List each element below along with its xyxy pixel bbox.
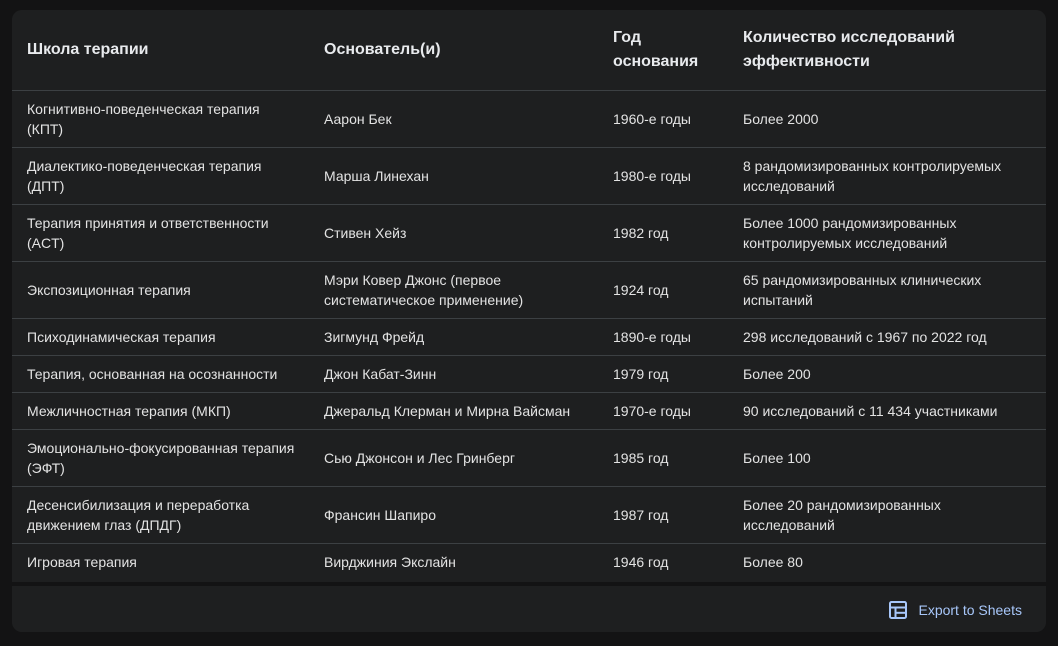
cell-founder: Джон Кабат-Зинн [309,355,598,393]
cell-founder: Мэри Ковер Джонс (первое систематическое… [309,261,598,319]
cell-studies: 65 рандомизированных клинических испытан… [728,261,1046,319]
table-container: Школа терапии Основатель(и) Год основани… [12,10,1046,578]
cell-founder: Стивен Хейз [309,204,598,262]
table-row: Диалектико-поведенческая терапия (ДПТ) М… [12,147,1046,205]
column-header-founder: Основатель(и) [309,10,598,91]
cell-school: Десенсибилизация и переработка движением… [12,486,309,544]
cell-year: 1985 год [598,429,728,487]
table-row: Десенсибилизация и переработка движением… [12,486,1046,544]
cell-school: Терапия принятия и ответственности (ACT) [12,204,309,262]
cell-studies: 298 исследований с 1967 по 2022 год [728,318,1046,356]
cell-studies: Более 20 рандомизированных исследований [728,486,1046,544]
cell-studies: Более 2000 [728,90,1046,148]
table-footer: Export to Sheets [12,582,1046,632]
cell-year: 1980-е годы [598,147,728,205]
cell-school: Диалектико-поведенческая терапия (ДПТ) [12,147,309,205]
table-row: Терапия, основанная на осознанности Джон… [12,355,1046,393]
therapy-schools-table: Школа терапии Основатель(и) Год основани… [12,10,1046,580]
column-header-studies: Количество исследований эффективности [728,10,1046,91]
cell-year: 1960-е годы [598,90,728,148]
cell-year: 1970-е годы [598,392,728,430]
table-row: Межличностная терапия (МКП) Джеральд Кле… [12,392,1046,430]
table-grid-icon [888,600,908,620]
cell-year: 1946 год [613,554,669,570]
table-row: Когнитивно-поведенческая терапия (КПТ) А… [12,90,1046,148]
table-row: Эмоционально-фокусированная терапия (ЭФТ… [12,429,1046,487]
cell-founder: Зигмунд Фрейд [309,318,598,356]
cell-school: Межличностная терапия (МКП) [12,392,309,430]
cell-school: Терапия, основанная на осознанности [12,355,309,393]
response-table-card: Школа терапии Основатель(и) Год основани… [12,10,1046,632]
cell-studies: Более 100 [728,429,1046,487]
cell-founder: Сью Джонсон и Лес Гринберг [309,429,598,487]
cell-studies: Более 1000 рандомизированных контролируе… [728,204,1046,262]
export-to-sheets-button[interactable]: Export to Sheets [888,600,1022,620]
table-row: Психодинамическая терапия Зигмунд Фрейд … [12,318,1046,356]
cell-founder: Марша Линехан [309,147,598,205]
cell-studies: 90 исследований с 11 434 участниками [728,392,1046,430]
cell-studies: 8 рандомизированных контролируемых иссле… [728,147,1046,205]
table-row: Терапия принятия и ответственности (ACT)… [12,204,1046,262]
cell-year: 1924 год [598,261,728,319]
cell-studies: Более 80 [743,554,803,570]
cell-studies: Более 200 [728,355,1046,393]
cell-founder: Аарон Бек [309,90,598,148]
cell-school: Экспозиционная терапия [12,261,309,319]
cell-founder: Франсин Шапиро [309,486,598,544]
cell-year: 1987 год [598,486,728,544]
cell-school: Эмоционально-фокусированная терапия (ЭФТ… [12,429,309,487]
cell-school: Игровая терапия [27,554,137,570]
cell-school: Когнитивно-поведенческая терапия (КПТ) [12,90,309,148]
cell-founder: Джеральд Клерман и Мирна Вайсман [309,392,598,430]
table-row: Игровая терапия Вирджиния Экслайн 1946 г… [12,544,1046,581]
cell-school: Психодинамическая терапия [12,318,309,356]
cell-year: 1979 год [598,355,728,393]
column-header-year: Год основания [598,10,728,91]
column-header-school: Школа терапии [12,10,309,91]
cell-year: 1982 год [598,204,728,262]
table-header-row: Школа терапии Основатель(и) Год основани… [12,10,1046,91]
table-row: Экспозиционная терапия Мэри Ковер Джонс … [12,261,1046,319]
export-label: Export to Sheets [918,602,1022,618]
cell-year: 1890-е годы [598,318,728,356]
cell-founder: Вирджиния Экслайн [324,554,456,570]
